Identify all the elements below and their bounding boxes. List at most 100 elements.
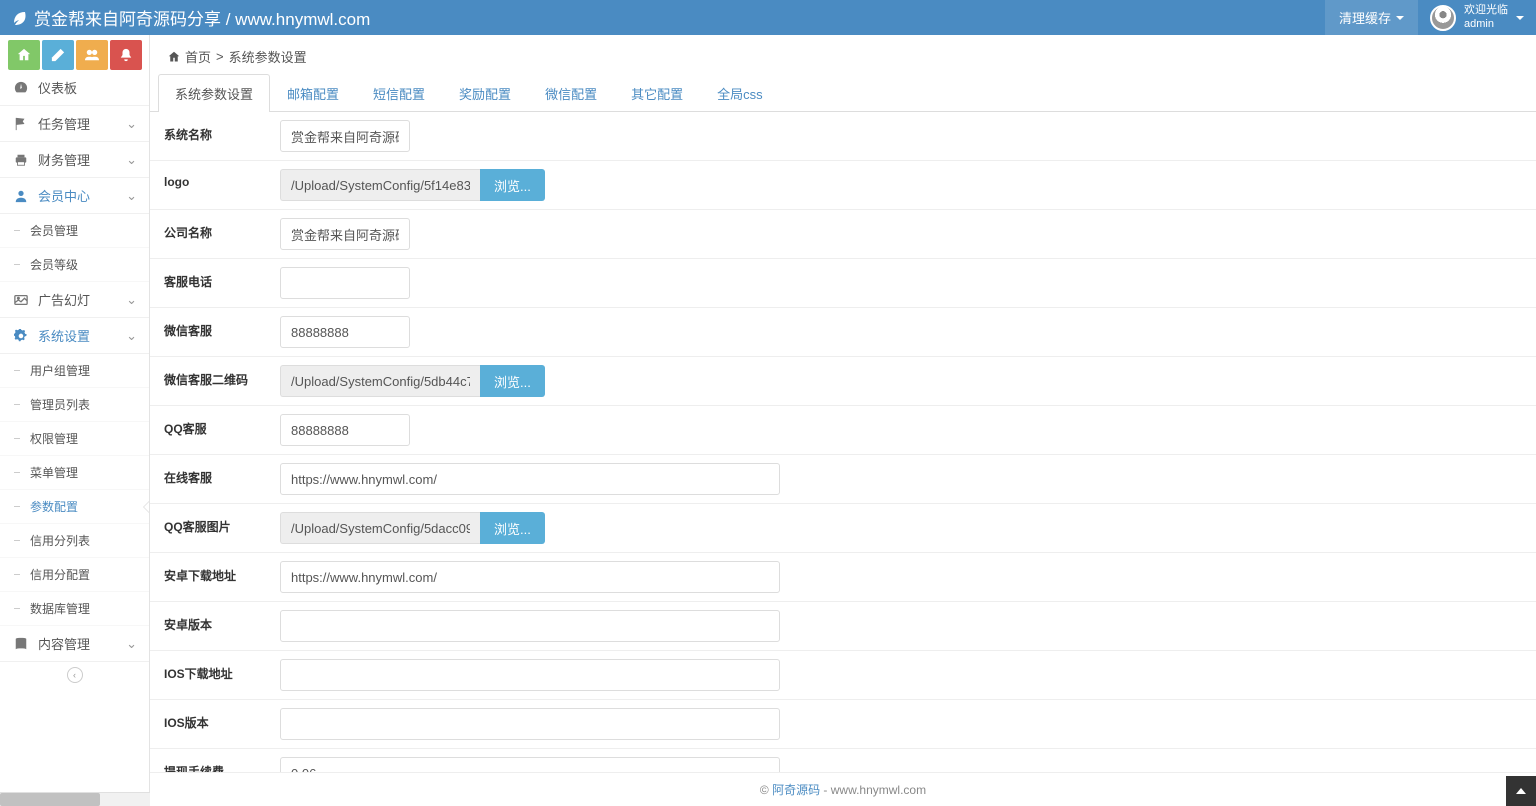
sidebar-item-label: 数据库管理 (30, 600, 90, 617)
caret-down-icon (1516, 16, 1524, 20)
tab-6[interactable]: 全局css (700, 74, 780, 112)
breadcrumb-home[interactable]: 首页 (185, 47, 211, 66)
sidebar-item-auth[interactable]: 权限管理 (0, 422, 149, 456)
logo-input[interactable] (280, 169, 480, 201)
edit-button[interactable] (42, 40, 74, 70)
form-label: IOS版本 (150, 700, 270, 748)
form-label: 在线客服 (150, 455, 270, 503)
form-label: 公司名称 (150, 210, 270, 258)
form-row-ios_url: IOS下载地址 (150, 651, 1536, 700)
sidebar-item-member-center[interactable]: 会员中心 ⌄ (0, 178, 149, 214)
sidebar-item-finance[interactable]: 财务管理 ⌄ (0, 142, 149, 178)
print-icon (14, 153, 28, 167)
sidebar-item-label: 广告幻灯 (38, 290, 90, 309)
user-menu[interactable]: 欢迎光临 admin (1418, 0, 1536, 35)
form-control (270, 406, 920, 454)
gear-icon (14, 329, 28, 343)
sidebar-scrollbar[interactable] (0, 792, 150, 806)
form-label: 客服电话 (150, 259, 270, 307)
sidebar-item-member-level[interactable]: 会员等级 (0, 248, 149, 282)
form-control: 浏览... (270, 504, 920, 552)
tab-4[interactable]: 微信配置 (528, 74, 614, 112)
sidebar-item-param[interactable]: 参数配置 (0, 490, 149, 524)
form-control (270, 308, 920, 356)
sidebar-item-label: 会员等级 (30, 256, 78, 273)
flag-icon (14, 117, 28, 131)
avatar (1430, 5, 1456, 31)
qq_service-input[interactable] (280, 414, 410, 446)
bell-icon (119, 48, 133, 62)
form-row-android_ver: 安卓版本 (150, 602, 1536, 651)
sidebar-item-ad-slide[interactable]: 广告幻灯 ⌄ (0, 282, 149, 318)
tab-0[interactable]: 系统参数设置 (158, 74, 270, 112)
android_url-input[interactable] (280, 561, 780, 593)
sidebar-item-label: 参数配置 (30, 498, 78, 515)
sidebar-item-admin-list[interactable]: 管理员列表 (0, 388, 149, 422)
form-row-wechat_service: 微信客服 (150, 308, 1536, 357)
clear-cache-button[interactable]: 清理缓存 (1325, 0, 1418, 35)
header-title-text: 赏金帮来自阿奇源码分享 / www.hnymwl.com (34, 5, 370, 30)
chevron-down-icon: ⌄ (126, 116, 137, 132)
form-control (270, 112, 920, 160)
android_ver-input[interactable] (280, 610, 780, 642)
footer: © 阿奇源码 - www.hnymwl.com (150, 772, 1536, 806)
service_tel-input[interactable] (280, 267, 410, 299)
breadcrumb-current: 系统参数设置 (229, 47, 307, 66)
form-label: 微信客服 (150, 308, 270, 356)
image-icon (14, 293, 28, 307)
system_name-input[interactable] (280, 120, 410, 152)
wechat_qr-input[interactable] (280, 365, 480, 397)
sidebar-item-label: 仪表板 (38, 78, 77, 97)
scroll-top-button[interactable] (1506, 776, 1536, 806)
ios_url-input[interactable] (280, 659, 780, 691)
chevron-down-icon: ⌄ (126, 292, 137, 308)
arrow-up-icon (1516, 788, 1526, 794)
form-label: QQ客服 (150, 406, 270, 454)
form-control (270, 210, 920, 258)
users-button[interactable] (76, 40, 108, 70)
footer-domain: www.hnymwl.com (831, 783, 926, 797)
logo-browse-button[interactable]: 浏览... (480, 169, 545, 201)
sidebar-collapse-button[interactable]: ‹ (0, 662, 149, 687)
alert-button[interactable] (110, 40, 142, 70)
sidebar-item-credit-list[interactable]: 信用分列表 (0, 524, 149, 558)
tab-3[interactable]: 奖励配置 (442, 74, 528, 112)
tab-1[interactable]: 邮箱配置 (270, 74, 356, 112)
sidebar-item-content[interactable]: 内容管理 ⌄ (0, 626, 149, 662)
form-control (270, 259, 920, 307)
tab-5[interactable]: 其它配置 (614, 74, 700, 112)
home-icon (17, 48, 31, 62)
qq_img-input[interactable] (280, 512, 480, 544)
tab-2[interactable]: 短信配置 (356, 74, 442, 112)
sidebar-item-label: 信用分配置 (30, 566, 90, 583)
dashboard-icon (14, 81, 28, 95)
tabs: 系统参数设置邮箱配置短信配置奖励配置微信配置其它配置全局css (150, 74, 1536, 112)
leaf-icon (12, 10, 28, 26)
qq_img-browse-button[interactable]: 浏览... (480, 512, 545, 544)
wechat_qr-browse-button[interactable]: 浏览... (480, 365, 545, 397)
sidebar-item-menu[interactable]: 菜单管理 (0, 456, 149, 490)
footer-link[interactable]: 阿奇源码 (772, 783, 820, 797)
company_name-input[interactable] (280, 218, 410, 250)
form-row-online_service: 在线客服 (150, 455, 1536, 504)
form: 系统名称logo浏览...公司名称客服电话微信客服微信客服二维码浏览...QQ客… (150, 112, 1536, 806)
content-area: 首页 > 系统参数设置 系统参数设置邮箱配置短信配置奖励配置微信配置其它配置全局… (150, 35, 1536, 806)
online_service-input[interactable] (280, 463, 780, 495)
wechat_service-input[interactable] (280, 316, 410, 348)
sidebar-item-usergroup[interactable]: 用户组管理 (0, 354, 149, 388)
sidebar-item-task[interactable]: 任务管理 ⌄ (0, 106, 149, 142)
sidebar-item-member-manage[interactable]: 会员管理 (0, 214, 149, 248)
form-label: 微信客服二维码 (150, 357, 270, 405)
sidebar-item-system[interactable]: 系统设置 ⌄ (0, 318, 149, 354)
form-row-qq_img: QQ客服图片浏览... (150, 504, 1536, 553)
form-label: logo (150, 161, 270, 209)
sidebar-item-label: 用户组管理 (30, 362, 90, 379)
home-button[interactable] (8, 40, 40, 70)
book-icon (14, 637, 28, 651)
form-label: 安卓下载地址 (150, 553, 270, 601)
sidebar-item-label: 会员管理 (30, 222, 78, 239)
ios_ver-input[interactable] (280, 708, 780, 740)
sidebar-item-dashboard[interactable]: 仪表板 (0, 70, 149, 106)
sidebar-item-db-manage[interactable]: 数据库管理 (0, 592, 149, 626)
sidebar-item-credit-config[interactable]: 信用分配置 (0, 558, 149, 592)
